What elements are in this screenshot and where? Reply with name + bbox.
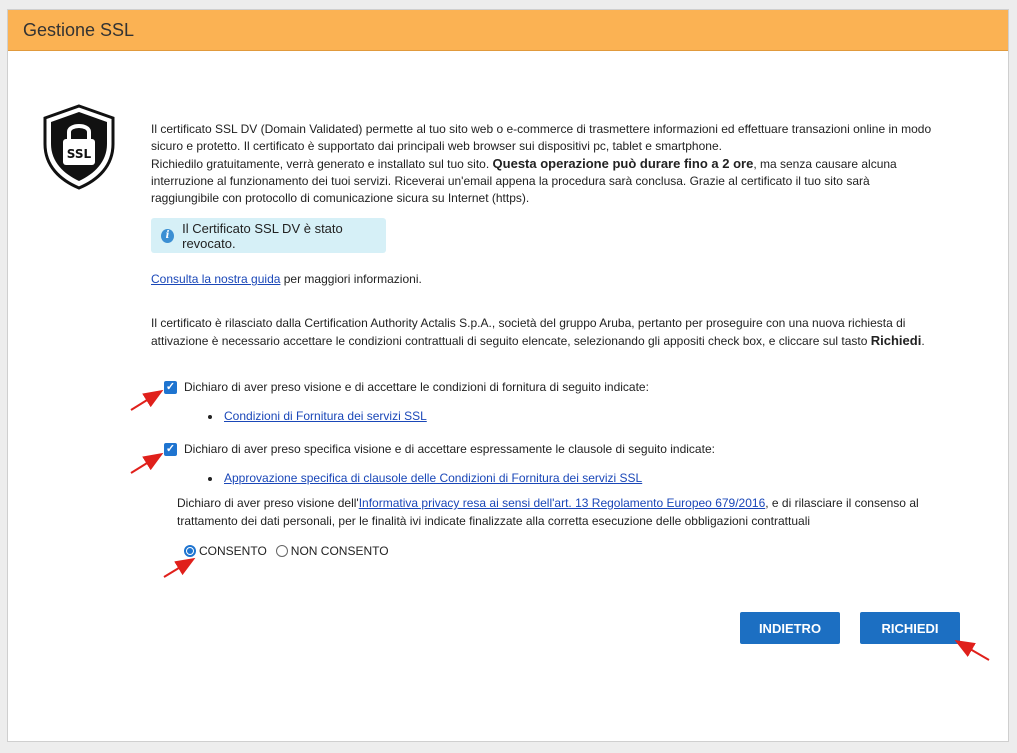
arrow-consent: [163, 557, 196, 578]
arrow-checkbox-1: [130, 389, 164, 411]
arrow-checkbox-2: [130, 452, 164, 474]
annotation-arrows: [130, 389, 990, 661]
arrow-request: [954, 639, 990, 661]
